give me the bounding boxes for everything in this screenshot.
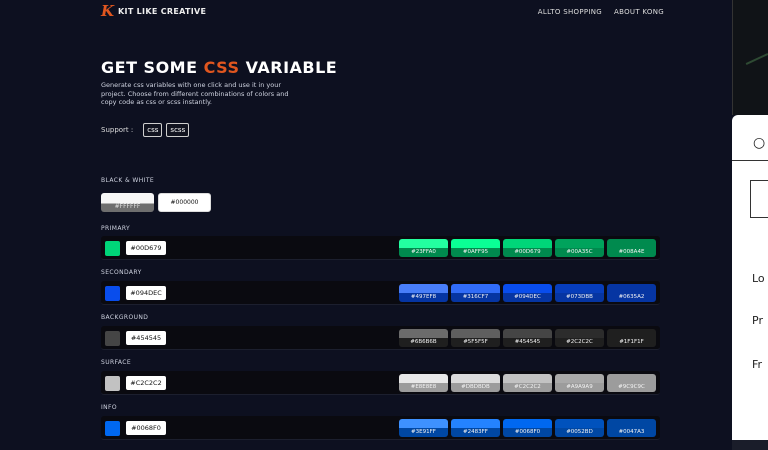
- shade-chip[interactable]: #1F1F1F: [607, 329, 656, 347]
- shade-chip[interactable]: #C2C2C2: [503, 374, 552, 392]
- primary-hex-field[interactable]: #00D679: [126, 241, 166, 255]
- title-prefix: GET SOME: [101, 58, 198, 77]
- surface-color-swatch[interactable]: [105, 376, 120, 391]
- tag-css[interactable]: css: [143, 123, 163, 137]
- shade-chip[interactable]: #0047A3: [607, 419, 656, 437]
- background-color-swatch[interactable]: [105, 331, 120, 346]
- white-swatch[interactable]: #FFFFFF: [101, 193, 154, 212]
- bw-section-label: BLACK & WHITE: [101, 177, 155, 184]
- side-panel-item-3[interactable]: Fr: [752, 358, 762, 371]
- shade-chip[interactable]: #2C2C2C: [555, 329, 604, 347]
- brand-logo[interactable]: K KIT LIKE CREATIVE: [101, 4, 206, 19]
- palette-row-secondary: #094DEC #497EF8 #316CF7 #094DEC #073DBB …: [101, 281, 660, 305]
- surface-hex-field[interactable]: #C2C2C2: [126, 376, 166, 390]
- map-line-decoration: [745, 53, 768, 65]
- top-navigation-bar: K KIT LIKE CREATIVE ALLTO SHOPPING ABOUT…: [0, 0, 732, 26]
- background-hex-field[interactable]: #454545: [126, 331, 166, 345]
- info-color-swatch[interactable]: [105, 421, 120, 436]
- shade-chip[interactable]: #6B6B6B: [399, 329, 448, 347]
- surface-shades: #E8E8E8 #DBDBDB #C2C2C2 #A9A9A9 #9C9C9C: [399, 374, 656, 392]
- shade-chip[interactable]: #DBDBDB: [451, 374, 500, 392]
- background-label: BACKGROUND: [101, 314, 149, 321]
- shade-chip[interactable]: #00D679: [503, 239, 552, 257]
- shade-chip[interactable]: #316CF7: [451, 284, 500, 302]
- secondary-hex-field[interactable]: #094DEC: [126, 286, 166, 300]
- title-suffix: VARIABLE: [245, 58, 338, 77]
- shade-chip[interactable]: #0AFF95: [451, 239, 500, 257]
- brand-name: KIT LIKE CREATIVE: [118, 7, 207, 16]
- nav-links: ALLTO SHOPPING ABOUT KONG: [538, 8, 664, 16]
- background-shades: #6B6B6B #5F5F5F #454545 #2C2C2C #1F1F1F: [399, 329, 656, 347]
- palette-row-surface: #C2C2C2 #E8E8E8 #DBDBDB #C2C2C2 #A9A9A9 …: [101, 371, 660, 395]
- info-shades: #3E91FF #2483FF #0068F0 #0052BD #0047A3: [399, 419, 656, 437]
- title-accent: CSS: [203, 58, 240, 77]
- shade-chip[interactable]: #0052BD: [555, 419, 604, 437]
- primary-label: PRIMARY: [101, 225, 131, 232]
- shade-chip[interactable]: #A9A9A9: [555, 374, 604, 392]
- palette-row-primary: #00D679 #23FFA0 #0AFF95 #00D679 #00A35C …: [101, 236, 660, 260]
- info-hex-field[interactable]: #0068F0: [126, 421, 166, 435]
- shade-chip[interactable]: #0068F0: [503, 419, 552, 437]
- nav-link-all-shopping[interactable]: ALLTO SHOPPING: [538, 8, 602, 16]
- secondary-label: SECONDARY: [101, 269, 142, 276]
- shade-chip[interactable]: #073DBB: [555, 284, 604, 302]
- shade-chip[interactable]: #00A35C: [555, 239, 604, 257]
- black-swatch[interactable]: #000000: [158, 193, 211, 212]
- info-label: INFO: [101, 404, 118, 411]
- shade-chip[interactable]: #3E91FF: [399, 419, 448, 437]
- support-label: Support :: [101, 126, 134, 134]
- logo-mark-icon: K: [101, 2, 115, 20]
- primary-color-swatch[interactable]: [105, 241, 120, 256]
- hero-description: Generate css variables with one click an…: [101, 81, 289, 106]
- circle-icon: ○: [753, 135, 766, 151]
- shade-chip[interactable]: #2483FF: [451, 419, 500, 437]
- side-panel-item-2[interactable]: Pr: [752, 314, 763, 327]
- shade-chip[interactable]: #094DEC: [503, 284, 552, 302]
- shade-chip[interactable]: #5F5F5F: [451, 329, 500, 347]
- shade-chip[interactable]: #23FFA0: [399, 239, 448, 257]
- palette-row-info: #0068F0 #3E91FF #2483FF #0068F0 #0052BD …: [101, 416, 660, 440]
- side-panel-card: [750, 180, 768, 218]
- primary-shades: #23FFA0 #0AFF95 #00D679 #00A35C #008A4E: [399, 239, 656, 257]
- side-panel: ○ Lo Pr Fr: [732, 115, 768, 440]
- shade-chip[interactable]: #0635A2: [607, 284, 656, 302]
- secondary-shades: #497EF8 #316CF7 #094DEC #073DBB #0635A2: [399, 284, 656, 302]
- surface-label: SURFACE: [101, 359, 132, 366]
- shade-chip[interactable]: #454545: [503, 329, 552, 347]
- side-panel-divider: [732, 160, 768, 161]
- shade-chip[interactable]: #008A4E: [607, 239, 656, 257]
- tag-scss[interactable]: scss: [166, 123, 190, 137]
- bottom-strip: [732, 440, 768, 450]
- side-panel-item-1[interactable]: Lo: [752, 272, 765, 285]
- palette-row-background: #454545 #6B6B6B #5F5F5F #454545 #2C2C2C …: [101, 326, 660, 350]
- shade-chip[interactable]: #497EF8: [399, 284, 448, 302]
- secondary-color-swatch[interactable]: [105, 286, 120, 301]
- bw-swatches: #FFFFFF #000000: [101, 193, 211, 212]
- support-row: Support : css scss: [101, 123, 190, 137]
- side-window-preview: [732, 0, 768, 115]
- shade-chip[interactable]: #E8E8E8: [399, 374, 448, 392]
- nav-link-about[interactable]: ABOUT KONG: [614, 8, 664, 16]
- page-title: GET SOME CSS VARIABLE: [101, 58, 337, 77]
- shade-chip[interactable]: #9C9C9C: [607, 374, 656, 392]
